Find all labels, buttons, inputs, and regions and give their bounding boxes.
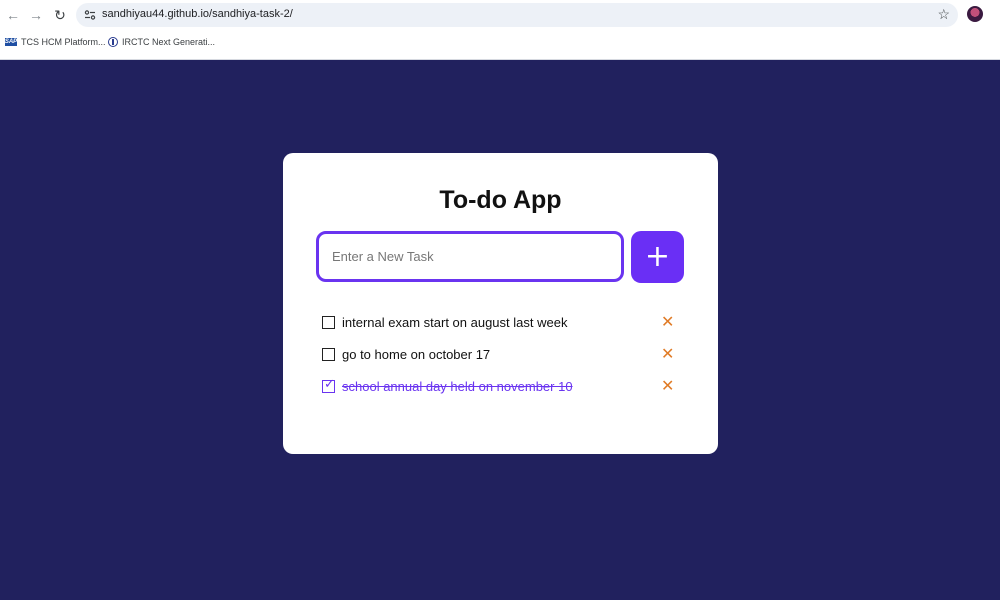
delete-task-icon[interactable]: ✕: [661, 376, 674, 395]
bookmark-tcs-hcm[interactable]: SAP TCS HCM Platform...: [5, 37, 106, 47]
checkmark-icon: ✓: [324, 377, 335, 392]
back-arrow-icon[interactable]: ←: [3, 5, 23, 25]
plus-icon: +: [644, 239, 671, 274]
irctc-icon: [108, 37, 118, 47]
address-bar[interactable]: sandhiyau44.github.io/sandhiya-task-2/ ☆: [76, 3, 958, 27]
app-title: To-do App: [439, 186, 562, 214]
task-item: go to home on october 17 ✕: [322, 343, 682, 365]
bookmark-star-icon[interactable]: ☆: [937, 6, 950, 23]
task-item: internal exam start on august last week …: [322, 311, 682, 333]
todo-card: To-do App + internal exam start on augus…: [283, 153, 718, 454]
task-checkbox[interactable]: [322, 316, 335, 329]
sap-icon: SAP: [4, 38, 18, 46]
bookmarks-bar: SAP TCS HCM Platform... IRCTC Next Gener…: [0, 34, 1000, 56]
task-checkbox-checked[interactable]: ✓: [322, 377, 335, 393]
task-item: ✓ school annual day held on november 10 …: [322, 375, 682, 397]
profile-avatar[interactable]: [967, 6, 983, 22]
bookmark-irctc[interactable]: IRCTC Next Generati...: [108, 37, 215, 47]
url-text[interactable]: sandhiyau44.github.io/sandhiya-task-2/: [102, 8, 293, 20]
browser-menu-icon[interactable]: ⋮: [994, 5, 1000, 25]
task-text: go to home on october 17: [342, 347, 491, 362]
reload-icon[interactable]: ↻: [50, 5, 70, 25]
browser-chrome: ← → ↻ sandhiyau44.github.io/sandhiya-tas…: [0, 0, 1000, 60]
bookmark-label: IRCTC Next Generati...: [122, 37, 216, 47]
delete-task-icon[interactable]: ✕: [661, 312, 674, 331]
task-checkbox[interactable]: [322, 348, 335, 361]
task-text-completed: school annual day held on november 10: [342, 379, 573, 394]
add-task-button[interactable]: +: [631, 231, 684, 283]
delete-task-icon[interactable]: ✕: [661, 344, 674, 363]
site-info-icon[interactable]: [82, 7, 98, 23]
forward-arrow-icon[interactable]: →: [26, 5, 46, 25]
new-task-input[interactable]: [316, 231, 624, 282]
task-text: internal exam start on august last week: [342, 315, 568, 330]
bookmark-label: TCS HCM Platform...: [21, 37, 106, 47]
browser-toolbar: ← → ↻ sandhiyau44.github.io/sandhiya-tas…: [0, 0, 1000, 30]
